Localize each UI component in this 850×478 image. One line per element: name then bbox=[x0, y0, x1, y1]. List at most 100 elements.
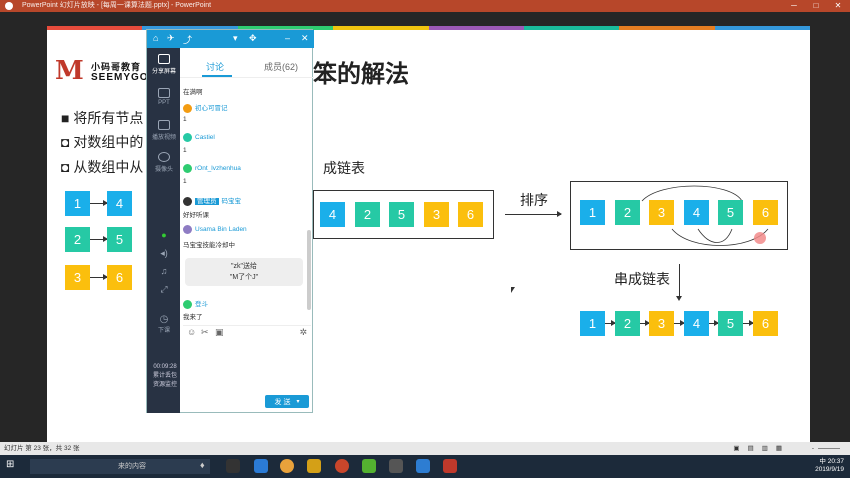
app-icon[interactable] bbox=[362, 459, 376, 473]
ime-indicator[interactable]: 中 bbox=[819, 458, 826, 465]
image-icon[interactable]: ▣ bbox=[215, 327, 224, 338]
end-class-button[interactable]: ◷ 下课 bbox=[150, 314, 178, 334]
app-icon[interactable] bbox=[416, 459, 430, 473]
emoji-icon[interactable]: ☺ bbox=[187, 327, 196, 337]
logo-line2: SEEMYGO bbox=[91, 72, 149, 83]
sidebar-label: 分享屏幕 bbox=[151, 69, 176, 75]
taskbar: ⊞ 来的内容 ♦ 中 20:37 2019/9/19 bbox=[0, 455, 850, 478]
system-tray[interactable]: 中 20:37 2019/9/19 bbox=[815, 458, 844, 474]
pair1-arrow bbox=[90, 200, 108, 206]
message-list[interactable]: 在满啊 初心可冒记 1 Castiel 1 rOnt_lvzhenhua 1 管… bbox=[183, 78, 309, 328]
tab-members[interactable]: 成员(62) bbox=[264, 60, 298, 73]
sidebar-item-ppt[interactable]: PPT bbox=[150, 88, 178, 106]
packet-loss-label: 累计丢包 bbox=[152, 373, 177, 379]
view-buttons[interactable]: ▣▤▥▦ bbox=[733, 442, 790, 455]
close-button[interactable]: ✕ bbox=[828, 0, 848, 12]
avatar bbox=[183, 196, 192, 206]
list-item: Usama Bin Laden bbox=[183, 225, 307, 234]
gift-notice: "zk"送给 "M了个J" bbox=[185, 258, 303, 286]
sidebar-item-camera[interactable]: 摄像头 bbox=[150, 152, 178, 173]
tab-discuss[interactable]: 讨论 bbox=[206, 60, 224, 73]
pin-icon[interactable]: ✥ bbox=[249, 33, 257, 44]
powerpoint-icon bbox=[5, 2, 13, 10]
chat-sidebar: 分享屏幕 PPT 播放视频 摄像头 ● ◂) ♫ ⤢ ◷ 下课 bbox=[147, 48, 180, 413]
app-icon[interactable] bbox=[389, 459, 403, 473]
slideshow-stage: M 小码哥教育 SEEMYGO 笨的解法 ■ 将所有节点 ◘ 对数组中的 ◘ 从… bbox=[0, 12, 850, 443]
logo-mark: M bbox=[55, 56, 84, 86]
search-input[interactable]: 来的内容 bbox=[30, 459, 210, 474]
pair2-arrow bbox=[90, 236, 108, 242]
message-sender[interactable]: Usama Bin Laden bbox=[195, 226, 247, 233]
list-item: rOnt_lvzhenhua bbox=[183, 164, 307, 173]
unsorted-node: 3 bbox=[424, 202, 449, 227]
message-text: 1 bbox=[183, 147, 187, 154]
bullet-1: ■ 将所有节点 bbox=[61, 110, 144, 126]
message-sender[interactable]: Castiel bbox=[195, 134, 215, 141]
app-icon[interactable] bbox=[307, 459, 321, 473]
music-icon[interactable]: ♫ bbox=[150, 266, 178, 276]
sort-arrow bbox=[505, 211, 562, 217]
video-icon bbox=[158, 120, 170, 130]
laser-pointer bbox=[754, 232, 766, 244]
message-sender[interactable]: 初心可冒记 bbox=[195, 105, 228, 112]
window-title: PowerPoint 幻灯片放映 - [每周一课算法题.pptx] - Powe… bbox=[22, 2, 212, 9]
app-icon[interactable] bbox=[254, 459, 268, 473]
windows-start-icon[interactable]: ⊞ bbox=[6, 459, 14, 470]
window-titlebar: PowerPoint 幻灯片放映 - [每周一课算法题.pptx] - Powe… bbox=[0, 0, 850, 12]
chat-scrollbar[interactable] bbox=[307, 230, 311, 310]
minimize-icon[interactable]: – bbox=[285, 33, 290, 43]
sorted-node: 5 bbox=[718, 200, 743, 225]
dropdown-icon[interactable]: ▾ bbox=[233, 33, 238, 44]
chrome-icon[interactable] bbox=[280, 459, 294, 473]
close-icon[interactable]: ✕ bbox=[301, 33, 309, 44]
message-sender[interactable]: 码宝宝 bbox=[222, 198, 242, 205]
settings-icon[interactable]: ✲ bbox=[299, 327, 307, 338]
message-sender[interactable]: rOnt_lvzhenhua bbox=[195, 165, 241, 172]
list-item: 初心可冒记 bbox=[183, 102, 307, 113]
timer-icon: ◷ bbox=[159, 314, 169, 325]
powerpoint-taskbar-icon[interactable] bbox=[335, 459, 349, 473]
send-label: 发 送 bbox=[274, 398, 291, 406]
avatar bbox=[183, 299, 192, 309]
linked-node: 1 bbox=[580, 311, 605, 336]
linked-node: 5 bbox=[718, 311, 743, 336]
app-icon[interactable] bbox=[443, 459, 457, 473]
resource-monitor-label[interactable]: 资源监控 bbox=[150, 381, 180, 390]
message-text: 在满啊 bbox=[183, 89, 203, 96]
pair3-node-b: 6 bbox=[107, 265, 132, 290]
session-timer: 00:09:28 bbox=[153, 364, 177, 370]
sidebar-item-video[interactable]: 播放视频 bbox=[150, 120, 178, 141]
unsorted-node: 4 bbox=[320, 202, 345, 227]
sorted-node: 3 bbox=[649, 200, 674, 225]
fullscreen-icon[interactable]: ⤢ bbox=[150, 284, 178, 295]
linked-arrow bbox=[640, 320, 650, 326]
task-view-icon[interactable] bbox=[226, 459, 240, 473]
chevron-down-icon[interactable]: ▾ bbox=[296, 398, 299, 405]
share-icon[interactable]: ⤴ bbox=[183, 33, 192, 46]
linked-arrow bbox=[674, 320, 685, 326]
chat-header: ⌂ ✈ ⤴ ▾ ✥ – ✕ bbox=[147, 30, 314, 48]
maximize-button[interactable]: □ bbox=[806, 0, 826, 12]
mic-icon[interactable]: ● bbox=[150, 230, 178, 240]
speaker-icon[interactable]: ◂) bbox=[150, 248, 178, 259]
zoom-slider[interactable] bbox=[818, 448, 840, 449]
sidebar-item-screen-share[interactable]: 分享屏幕 bbox=[150, 54, 178, 75]
pair2-node-a: 2 bbox=[65, 227, 90, 252]
send-icon[interactable]: ✈ bbox=[167, 33, 175, 44]
avatar bbox=[183, 133, 192, 142]
sidebar-label: PPT bbox=[158, 100, 170, 106]
minimize-button[interactable]: ─ bbox=[784, 0, 804, 12]
pair2-node-b: 5 bbox=[107, 227, 132, 252]
scissors-icon[interactable]: ✂ bbox=[201, 327, 209, 338]
bullet-3-tail: 成链表 bbox=[323, 160, 365, 176]
gift-line2: "M了个J" bbox=[229, 274, 259, 281]
message-text: 1 bbox=[183, 116, 187, 123]
microphone-icon[interactable]: ♦ bbox=[200, 460, 205, 470]
send-button[interactable]: 发 送 ▾ bbox=[265, 395, 309, 408]
pair1-node-b: 4 bbox=[107, 191, 132, 216]
home-icon[interactable]: ⌂ bbox=[153, 33, 158, 43]
message-sender[interactable]: 登斗 bbox=[195, 301, 208, 308]
zoom-out[interactable]: - bbox=[812, 442, 814, 455]
gift-line1: "zk"送给 bbox=[231, 263, 257, 270]
camera-icon bbox=[158, 152, 170, 162]
